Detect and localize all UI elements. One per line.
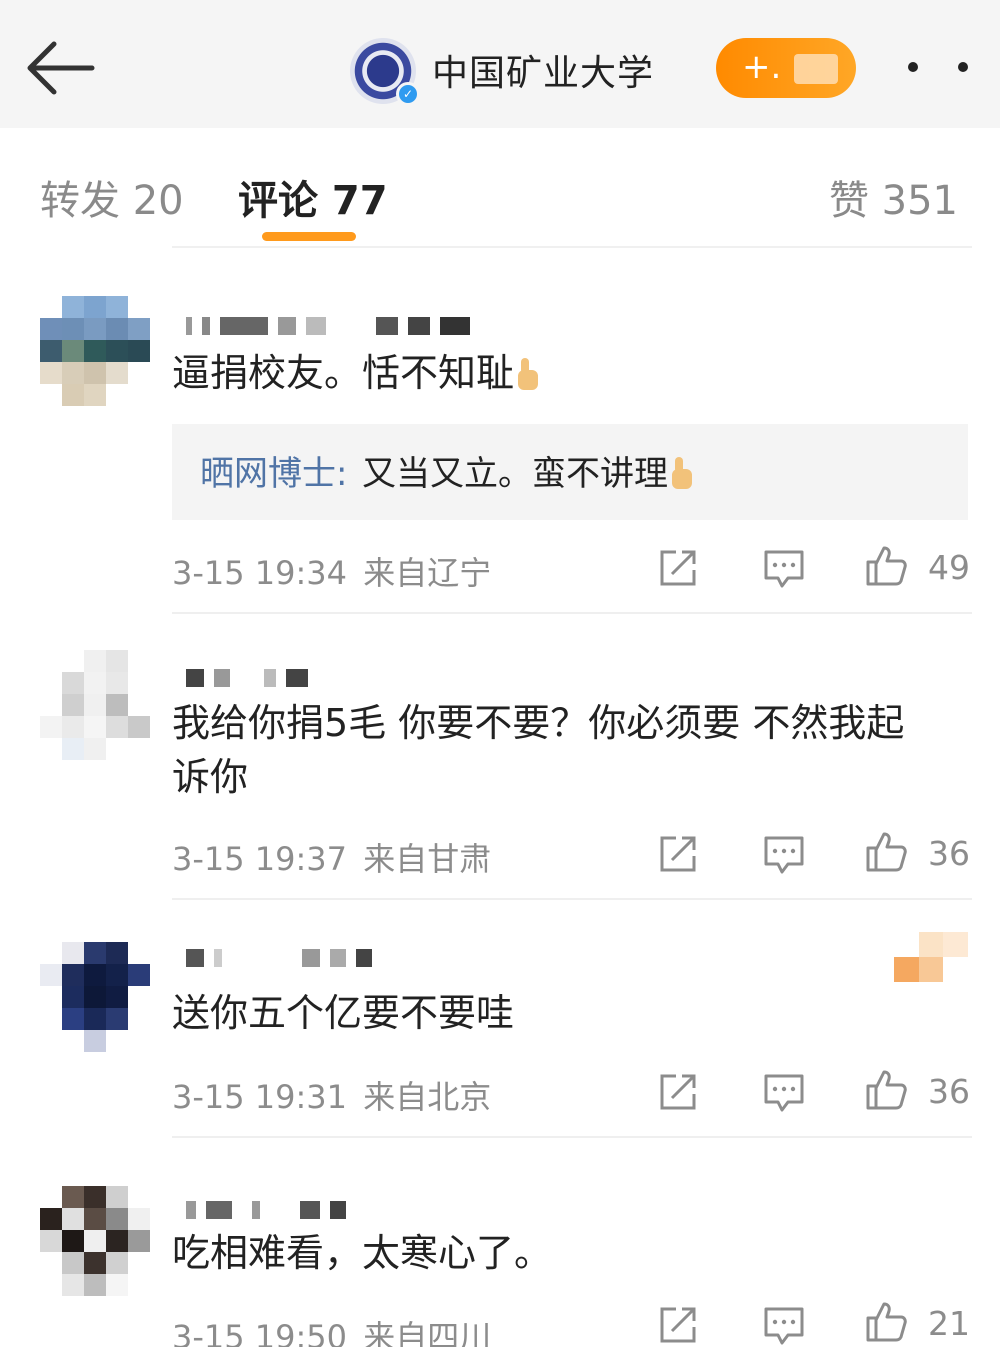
account-name[interactable]: 中国矿业大学 — [432, 44, 654, 96]
medal-badge-blurred — [894, 932, 968, 982]
thumbs-up-icon[interactable] — [864, 544, 908, 588]
top-bar: ✓ 中国矿业大学 +. — [0, 0, 1000, 128]
thumbs-up-icon[interactable] — [864, 1300, 908, 1344]
tab-bar: 转发 20 评论 77 赞 351 — [0, 128, 1000, 248]
like-count: 21 — [928, 1304, 970, 1343]
comment-text: 吃相难看，太寒心了。 — [172, 1231, 553, 1275]
comment-divider — [172, 1136, 972, 1138]
follow-label-blur — [794, 54, 838, 84]
more-dots-icon[interactable] — [890, 48, 980, 88]
share-icon[interactable] — [656, 546, 700, 590]
avatar[interactable] — [40, 942, 150, 1052]
tab-like[interactable]: 赞 351 — [829, 168, 958, 226]
reply-text: 又当又立。蛮不讲理 — [362, 446, 694, 495]
comment-divider — [172, 898, 972, 900]
verified-badge-icon: ✓ — [396, 82, 420, 106]
avatar[interactable] — [40, 1186, 150, 1296]
comment-text: 送你五个亿要不要哇 — [172, 991, 515, 1035]
comment-location: 来自四川 — [363, 1318, 492, 1347]
active-tab-indicator — [262, 232, 356, 241]
tab-repost[interactable]: 转发 20 — [40, 168, 184, 226]
comment-time: 3-15 19:50 — [172, 1318, 348, 1347]
username-blurred[interactable] — [186, 664, 308, 692]
comment-meta: 3-15 19:34 来自辽宁 — [172, 548, 491, 594]
comment-meta: 3-15 19:37 来自甘肃 — [172, 834, 491, 880]
share-icon[interactable] — [656, 832, 700, 876]
comment-location: 来自辽宁 — [363, 554, 492, 592]
thumbs-up-emoji-icon — [514, 358, 540, 390]
username-blurred[interactable] — [186, 944, 372, 972]
comment-location: 来自北京 — [363, 1078, 492, 1116]
comment-meta: 3-15 19:31 来自北京 — [172, 1072, 491, 1118]
school-logo-avatar[interactable]: ✓ — [350, 38, 420, 106]
comment-location: 来自甘肃 — [363, 840, 492, 878]
thumbs-up-emoji-icon — [668, 457, 694, 489]
reply-icon[interactable] — [762, 832, 806, 876]
comment-time: 3-15 19:37 — [172, 840, 348, 878]
share-icon[interactable] — [656, 1070, 700, 1114]
like-count: 49 — [928, 548, 970, 587]
thumbs-up-icon[interactable] — [864, 1068, 908, 1112]
username-blurred[interactable] — [186, 312, 470, 340]
back-arrow-icon[interactable] — [22, 36, 100, 100]
username-blurred[interactable] — [186, 1196, 346, 1224]
share-icon[interactable] — [656, 1303, 700, 1347]
comment-divider — [172, 612, 972, 614]
tabs-divider — [172, 246, 972, 248]
comment-text: 逼捐校友。恬不知耻 — [172, 346, 962, 400]
avatar[interactable] — [40, 296, 150, 406]
reply-preview[interactable]: 晒网博士: 又当又立。蛮不讲理 — [172, 424, 968, 520]
follow-button[interactable]: +. — [716, 38, 856, 98]
reply-icon[interactable] — [762, 1303, 806, 1347]
avatar[interactable] — [40, 650, 150, 760]
reply-icon[interactable] — [762, 1070, 806, 1114]
reply-author[interactable]: 晒网博士: — [200, 446, 347, 495]
like-count: 36 — [928, 834, 970, 873]
comment-meta: 3-15 19:50 来自四川 — [172, 1312, 491, 1347]
thumbs-up-icon[interactable] — [864, 830, 908, 874]
reply-icon[interactable] — [762, 546, 806, 590]
tab-comment[interactable]: 评论 77 — [238, 168, 388, 226]
comment-time: 3-15 19:34 — [172, 554, 348, 592]
like-count: 36 — [928, 1072, 970, 1111]
follow-button-label: +. — [742, 47, 782, 87]
comment-time: 3-15 19:31 — [172, 1078, 348, 1116]
comment-text: 我给你捐5毛 你要不要？你必须要 不然我起诉你 — [172, 701, 905, 799]
